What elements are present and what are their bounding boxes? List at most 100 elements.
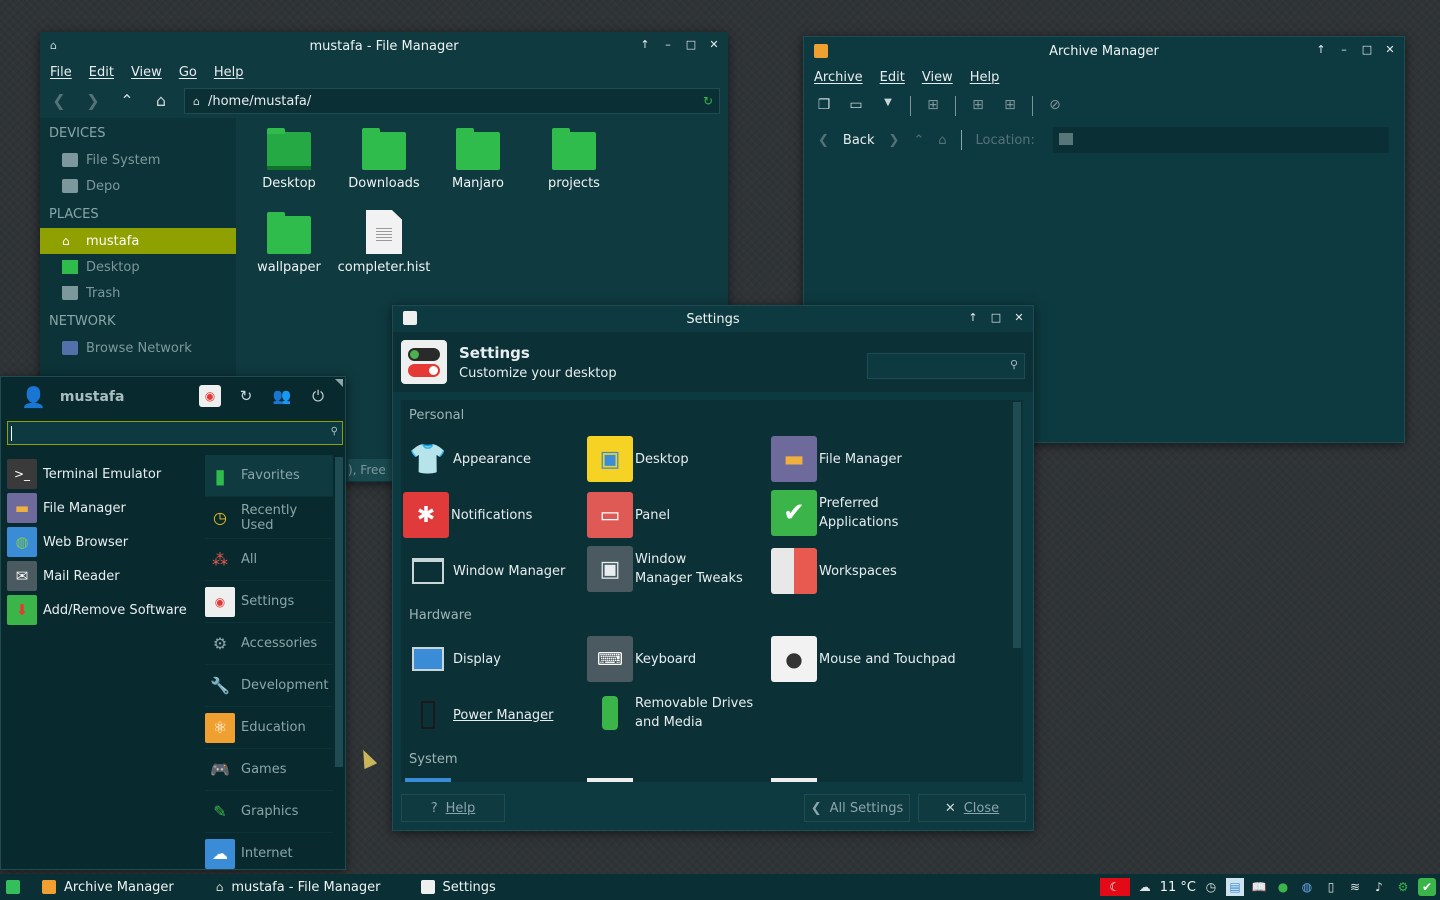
settings-item-window-manager[interactable]: Window Manager (405, 548, 565, 594)
sidebar-item-desktop[interactable]: Desktop (40, 254, 236, 280)
menu-go[interactable]: Go (179, 65, 197, 80)
settings-item-panel[interactable]: ▭ Panel (587, 492, 670, 538)
location-bar[interactable]: ⌂ /home/mustafa/ ↻ (184, 88, 720, 114)
maximize-button[interactable]: □ (1361, 43, 1373, 57)
menu-edit[interactable]: Edit (880, 70, 905, 85)
stop-icon[interactable]: ⊘ (1045, 97, 1065, 115)
category-favorites[interactable]: ▮ Favorites (205, 455, 333, 497)
add-folder-icon[interactable]: ⊞ (1000, 97, 1020, 115)
favorite-terminal[interactable]: >_ Terminal Emulator (7, 457, 195, 491)
category-education[interactable]: ⚛ Education (205, 707, 333, 749)
menu-scrollbar[interactable] (335, 457, 343, 767)
favorite-web-browser[interactable]: ◍ Web Browser (7, 525, 195, 559)
settings-item-power-manager[interactable]: Power Manager (405, 692, 553, 738)
category-recently-used[interactable]: ◷ Recently Used (205, 497, 333, 539)
update-check-icon[interactable]: ✔ (1418, 878, 1436, 896)
menu-search-input[interactable]: ⚲ (7, 421, 343, 445)
sidebar-item-browse-network[interactable]: Browse Network (40, 335, 236, 361)
clipboard-icon[interactable]: ▯ (1322, 878, 1340, 896)
menu-help[interactable]: Help (970, 70, 1000, 85)
forward-arrow-icon[interactable]: ❯ (82, 90, 104, 112)
category-graphics[interactable]: ✎ Graphics (205, 791, 333, 833)
close-button[interactable]: ✕ (1013, 311, 1025, 325)
help-button[interactable]: ? Help (401, 794, 505, 822)
settings-search-input[interactable]: ⚲ (867, 353, 1025, 379)
reload-icon[interactable]: ↻ (703, 94, 713, 108)
fm-titlebar[interactable]: ⌂ mustafa - File Manager ↑ – □ ✕ (40, 32, 728, 60)
notes-icon[interactable]: ▤ (1226, 878, 1244, 896)
new-archive-icon[interactable]: ❐ (814, 97, 834, 115)
category-development[interactable]: 🔧 Development (205, 665, 333, 707)
settings-item-preferred-applications[interactable]: ✔ Preferred Applications (771, 490, 909, 536)
browser-icon[interactable]: ◍ (1298, 878, 1316, 896)
menu-resize-corner-icon[interactable] (335, 379, 343, 387)
sidebar-item-mustafa[interactable]: ⌂ mustafa (40, 228, 236, 254)
minimize-button[interactable]: – (1338, 43, 1350, 57)
maximize-button[interactable]: □ (685, 38, 697, 52)
category-accessories[interactable]: ⚙ Accessories (205, 623, 333, 665)
menu-archive[interactable]: Archive (814, 70, 863, 85)
settings-item-appearance[interactable]: 👕 Appearance (405, 436, 531, 482)
clock-icon[interactable]: ◷ (1202, 878, 1220, 896)
menu-help[interactable]: Help (214, 65, 244, 80)
close-button[interactable]: ✕ (708, 38, 720, 52)
file-item-wallpaper[interactable]: wallpaper (241, 212, 337, 275)
settings-item-file-manager[interactable]: ▬ File Manager (771, 436, 902, 482)
volume-icon[interactable]: ♪ (1370, 878, 1388, 896)
log-out-icon[interactable]: ⏻ (307, 385, 329, 407)
menu-view[interactable]: View (922, 70, 953, 85)
settings-item-notifications[interactable]: ✱ Notifications (403, 492, 532, 538)
favorite-file-manager[interactable]: ▬ File Manager (7, 491, 195, 525)
home-icon[interactable]: ⌂ (938, 133, 946, 148)
chevron-down-icon[interactable]: ▼ (878, 97, 898, 115)
back-label[interactable]: Back (843, 133, 875, 148)
settings-manager-button[interactable]: ◉ (199, 385, 221, 407)
settings-titlebar[interactable]: Settings ↑ □ ✕ (393, 306, 1033, 332)
weather-cloud-icon[interactable]: ☁ (1136, 878, 1154, 896)
forward-arrow-icon[interactable]: ❯ (888, 133, 899, 148)
category-games[interactable]: 🎮 Games (205, 749, 333, 791)
settings-item-mouse-touchpad[interactable]: ● Mouse and Touchpad (771, 636, 956, 682)
file-item-downloads[interactable]: Downloads (336, 128, 432, 191)
wifi-icon[interactable]: ≋ (1346, 878, 1364, 896)
sidebar-item-depo[interactable]: Depo (40, 173, 236, 199)
task-archive-manager[interactable]: Archive Manager (34, 874, 188, 900)
settings-item-workspaces[interactable]: Workspaces (771, 548, 897, 594)
close-button[interactable]: ✕ (1384, 43, 1396, 57)
weather-temperature[interactable]: 11 °C (1160, 880, 1196, 895)
menu-edit[interactable]: Edit (89, 65, 114, 80)
chat-icon[interactable]: ● (1274, 878, 1292, 896)
settings-item-keyboard[interactable]: ⌨ Keyboard (587, 636, 696, 682)
keep-above-button[interactable]: ↑ (639, 38, 651, 52)
menu-file[interactable]: File (50, 65, 72, 80)
book-icon[interactable]: 📖 (1250, 878, 1268, 896)
keep-above-button[interactable]: ↑ (1315, 43, 1327, 57)
file-item-completer-hist[interactable]: completer.hist (336, 210, 432, 275)
category-internet[interactable]: ☁ Internet (205, 833, 333, 875)
category-settings[interactable]: ◉ Settings (205, 581, 333, 623)
back-arrow-icon[interactable]: ❮ (818, 133, 829, 148)
settings-gear-icon[interactable]: ⚙ (1394, 878, 1412, 896)
all-settings-button[interactable]: ❮ All Settings (804, 794, 910, 822)
file-item-projects[interactable]: projects (526, 128, 622, 191)
extract-icon[interactable]: ⊞ (923, 97, 943, 115)
back-arrow-icon[interactable]: ❮ (48, 90, 70, 112)
favorite-add-remove-software[interactable]: ⬇ Add/Remove Software (7, 593, 195, 627)
favorite-mail-reader[interactable]: ✉ Mail Reader (7, 559, 195, 593)
file-item-manjaro[interactable]: Manjaro (430, 128, 526, 191)
task-file-manager[interactable]: ⌂ mustafa - File Manager (188, 874, 395, 900)
keyboard-layout-flag-icon[interactable]: ☾ (1099, 878, 1130, 896)
settings-scrollbar[interactable] (1013, 402, 1021, 648)
open-archive-icon[interactable]: ▭ (846, 97, 866, 115)
close-dialog-button[interactable]: ✕ Close (918, 794, 1026, 822)
sidebar-item-file-system[interactable]: File System (40, 147, 236, 173)
lock-screen-icon[interactable]: ↻ (235, 385, 257, 407)
sidebar-item-trash[interactable]: Trash (40, 280, 236, 306)
file-item-desktop[interactable]: Desktop (241, 128, 337, 191)
maximize-button[interactable]: □ (990, 311, 1002, 325)
switch-user-icon[interactable]: 👥 (271, 385, 293, 407)
settings-item-desktop[interactable]: ▣ Desktop (587, 436, 689, 482)
up-arrow-icon[interactable]: ⌃ (116, 90, 138, 112)
home-icon[interactable]: ⌂ (150, 90, 172, 112)
settings-item-display[interactable]: Display (405, 636, 501, 682)
